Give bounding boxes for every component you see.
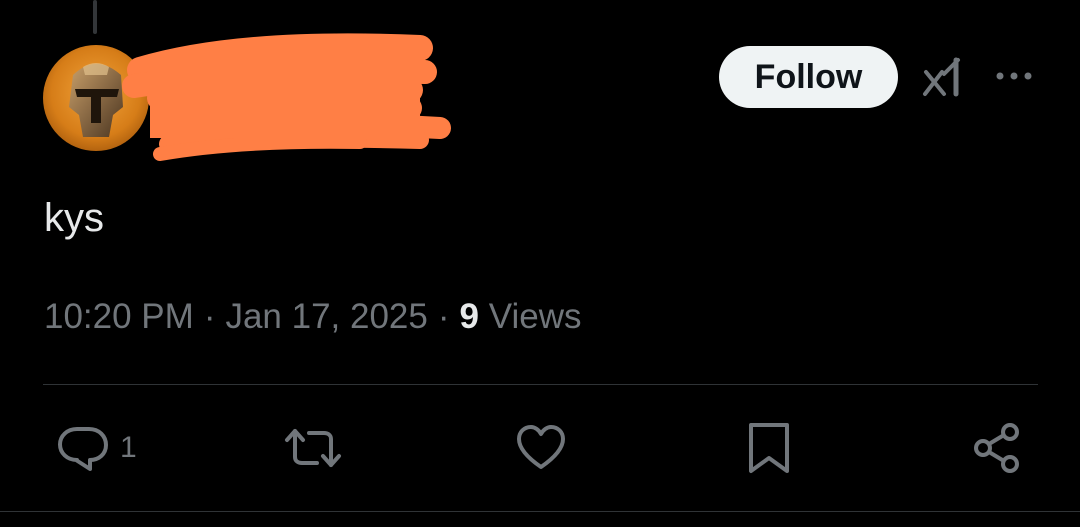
follow-button-label: Follow [754,57,863,96]
post-text: kys [44,196,104,240]
meta-separator: · [203,297,216,336]
follow-button[interactable]: Follow [719,46,898,108]
repost-icon [285,429,341,467]
views-count: 9 [459,297,479,336]
thread-connector-line [93,0,97,34]
bookmark-button[interactable] [747,420,791,476]
reply-button[interactable]: 1 [56,420,137,476]
bottom-divider [0,511,1080,512]
reply-icon [58,427,108,471]
share-button[interactable] [972,420,1022,476]
bookmark-icon [749,423,789,473]
like-button[interactable] [515,420,567,476]
post-date[interactable]: Jan 17, 2025 [225,297,427,336]
share-icon [974,423,1019,473]
repost-button[interactable] [283,420,343,476]
grok-icon[interactable] [922,54,966,98]
post-meta: 10:20 PM · Jan 17, 2025 · 9 Views [44,295,581,339]
username-redaction [122,33,451,161]
views-label: Views [488,297,582,336]
meta-separator: · [437,297,450,336]
more-icon[interactable] [994,68,1034,84]
post-time[interactable]: 10:20 PM [44,297,194,336]
like-icon [517,425,565,469]
reply-count: 1 [120,431,137,464]
divider [43,384,1038,385]
